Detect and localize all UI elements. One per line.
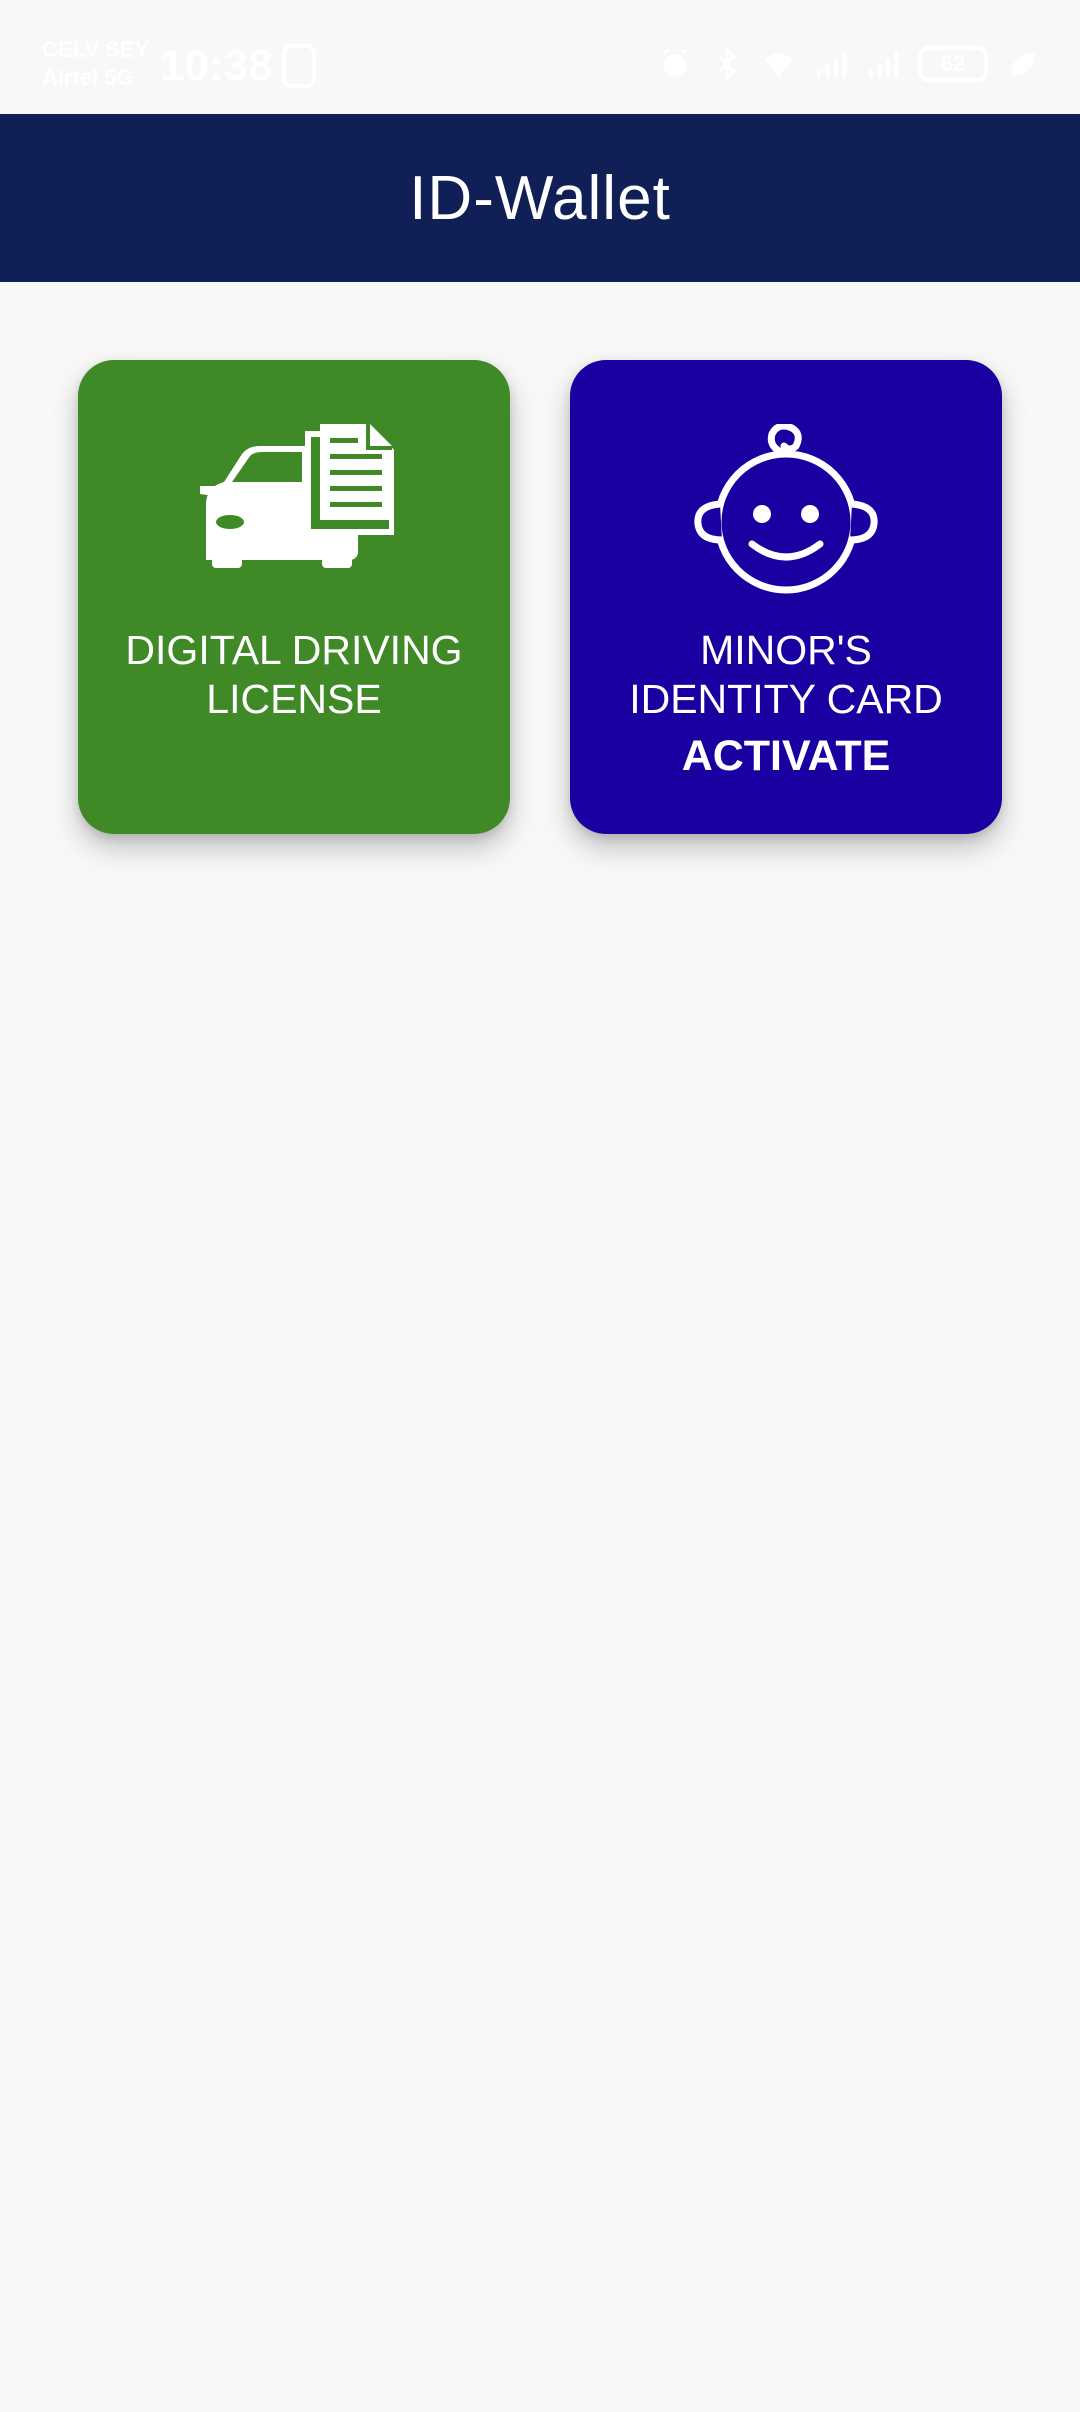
card-label-line-2: LICENSE [206,676,382,722]
card-label: MINOR'S IDENTITY CARD ACTIVATE [570,626,1002,781]
car-documents-icon [200,424,394,568]
nfc-icon [282,44,316,88]
carrier-line-2: Airtel 5G [42,65,134,90]
signal-icon [816,51,847,79]
digital-driving-license-card[interactable]: DIGITAL DRIVING LICENSE [78,360,510,834]
wifi-icon [764,53,794,77]
alarm-icon [663,48,687,77]
card-label-line-1: MINOR'S [700,627,872,673]
battery-icon: 62 [918,46,988,82]
app-title: ID-Wallet [409,163,671,233]
signal-icon [868,51,899,79]
status-bar: CELV SEY Airtel 5G 10:38 62 [0,0,1080,114]
leaf-icon [1011,52,1035,76]
carrier-line-1: CELV SEY [42,37,150,62]
minors-identity-card[interactable]: MINOR'S IDENTITY CARD ACTIVATE [570,360,1002,834]
card-label-line-2: IDENTITY CARD [629,676,943,722]
bluetooth-icon [718,47,737,81]
status-time: 10:38 [160,41,273,90]
app-bar: ID-Wallet [0,114,1080,282]
activate-label: ACTIVATE [681,732,891,780]
carrier-info: CELV SEY Airtel 5G [42,36,149,92]
status-icons: 62 [658,46,1040,82]
card-label-line-1: DIGITAL DRIVING [125,627,463,673]
baby-face-icon [694,424,878,594]
card-label: DIGITAL DRIVING LICENSE [78,626,510,724]
